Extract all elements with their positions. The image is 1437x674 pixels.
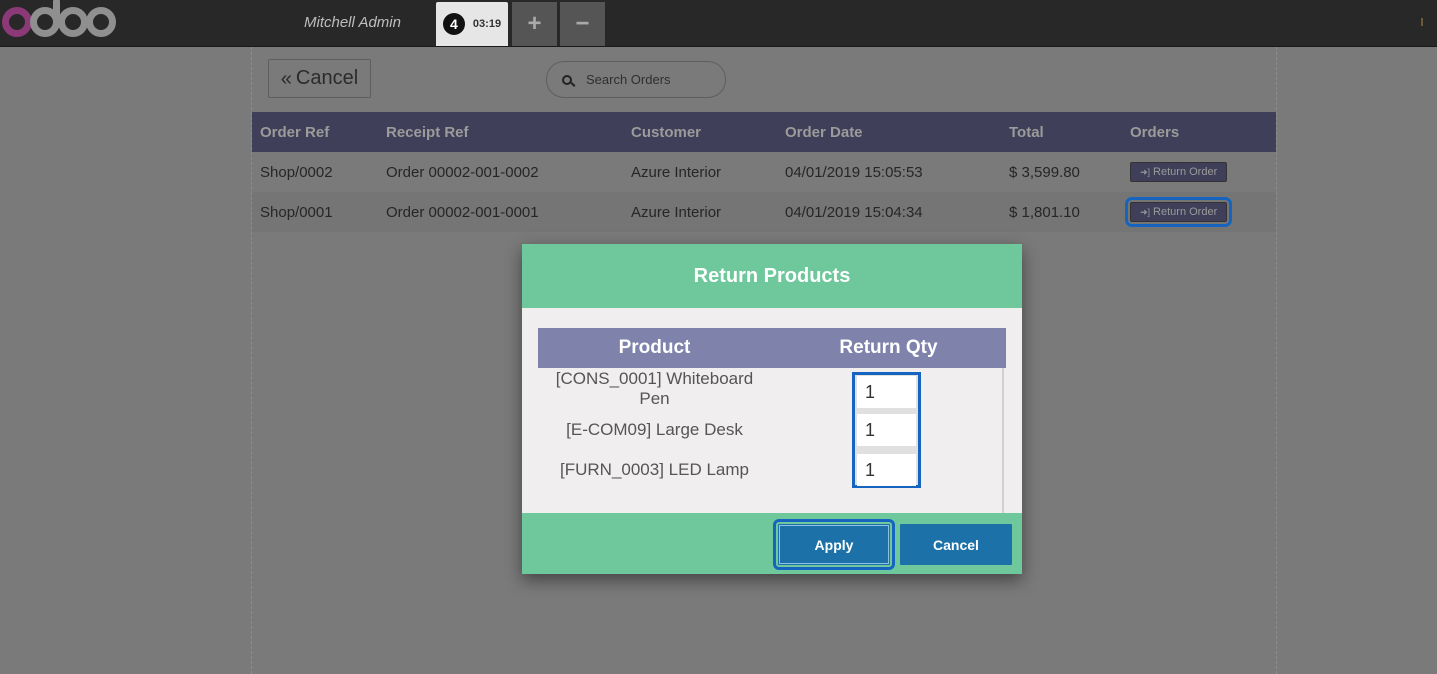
col-orders: Orders [1130,123,1180,141]
search-placeholder: Search Orders [586,72,671,87]
return-order-wrapper: ➜] Return Order [1124,196,1233,224]
sign-in-icon: ➜] [1140,166,1151,177]
order-time: 03:19 [472,18,502,30]
orders-table: Order Ref Receipt Ref Customer Order Dat… [252,112,1276,232]
top-bar: Mitchell Admin 4 03:19 + − [0,0,1437,47]
order-total: $ 3,599.80 [1009,163,1080,181]
order-ref: Shop/0002 [260,163,333,181]
customer: Azure Interior [631,163,722,181]
col-order-date: Order Date [785,123,863,141]
cancel-label: Cancel [295,67,359,89]
receipt-ref: Order 00002-001-0001 [386,203,539,221]
cancel-button-top[interactable]: « Cancel [268,59,371,98]
return-qty-input[interactable]: 1 [857,414,916,446]
header-right-edge [1417,0,1437,47]
product-name: [FURN_0003] LED Lamp [560,460,749,479]
order-date: 04/01/2019 15:04:34 [785,203,923,221]
return-order-label: Return Order [1153,166,1218,179]
return-qty-group: 1 1 1 [852,372,921,488]
product-name-line: [CONS_0001] Whiteboard [555,369,754,388]
minus-icon[interactable]: − [560,2,605,46]
product-name: [E-COM09] Large Desk [566,420,743,439]
col-product: Product [618,337,691,358]
return-order-button[interactable]: ➜] Return Order [1130,202,1228,223]
col-order-ref: Order Ref [260,123,330,141]
dialog-title: Return Products [522,244,1022,308]
order-count-badge: 4 [442,13,465,35]
plus-icon[interactable]: + [512,2,557,46]
double-chevron-left-icon: « [280,67,292,90]
col-customer: Customer [631,123,702,141]
product-name: [CONS_0001] Whiteboard Pen [538,369,771,409]
receipt-ref: Order 00002-001-0002 [386,163,539,181]
return-table-header: Product Return Qty [538,328,1006,368]
search-icon [562,74,572,85]
customer: Azure Interior [631,203,722,221]
dialog-footer: Apply Cancel [522,513,1022,574]
table-row[interactable]: Shop/0002 Order 00002-001-0002 Azure Int… [252,152,1276,192]
product-name-line: Pen [639,389,670,408]
table-row[interactable]: Shop/0001 Order 00002-001-0001 Azure Int… [252,192,1276,232]
col-receipt-ref: Receipt Ref [386,123,469,141]
odoo-logo [2,0,116,42]
return-products-dialog: Return Products Product Return Qty [CONS… [522,244,1022,574]
order-tab-active[interactable]: 4 03:19 [436,2,508,46]
return-qty-input[interactable]: 1 [857,376,916,408]
cashier-name[interactable]: Mitchell Admin [304,14,401,31]
col-total: Total [1009,123,1044,141]
col-return-qty: Return Qty [839,337,938,358]
apply-button[interactable]: Apply [773,519,895,570]
order-total: $ 1,801.10 [1009,203,1080,221]
search-orders-input[interactable]: Search Orders [546,61,726,98]
scrollbar[interactable] [1002,368,1004,513]
return-qty-input[interactable]: 1 [857,454,916,486]
order-ref: Shop/0001 [260,203,333,221]
order-date: 04/01/2019 15:05:53 [785,163,923,181]
return-products-table: Product Return Qty [CONS_0001] Whiteboar… [538,328,1006,513]
return-order-button[interactable]: ➜] Return Order [1130,162,1228,183]
cancel-button[interactable]: Cancel [900,524,1012,565]
return-order-wrapper: ➜] Return Order [1130,162,1228,183]
orders-table-header: Order Ref Receipt Ref Customer Order Dat… [252,112,1276,152]
return-order-label: Return Order [1153,206,1218,219]
sign-in-icon: ➜] [1140,206,1151,217]
